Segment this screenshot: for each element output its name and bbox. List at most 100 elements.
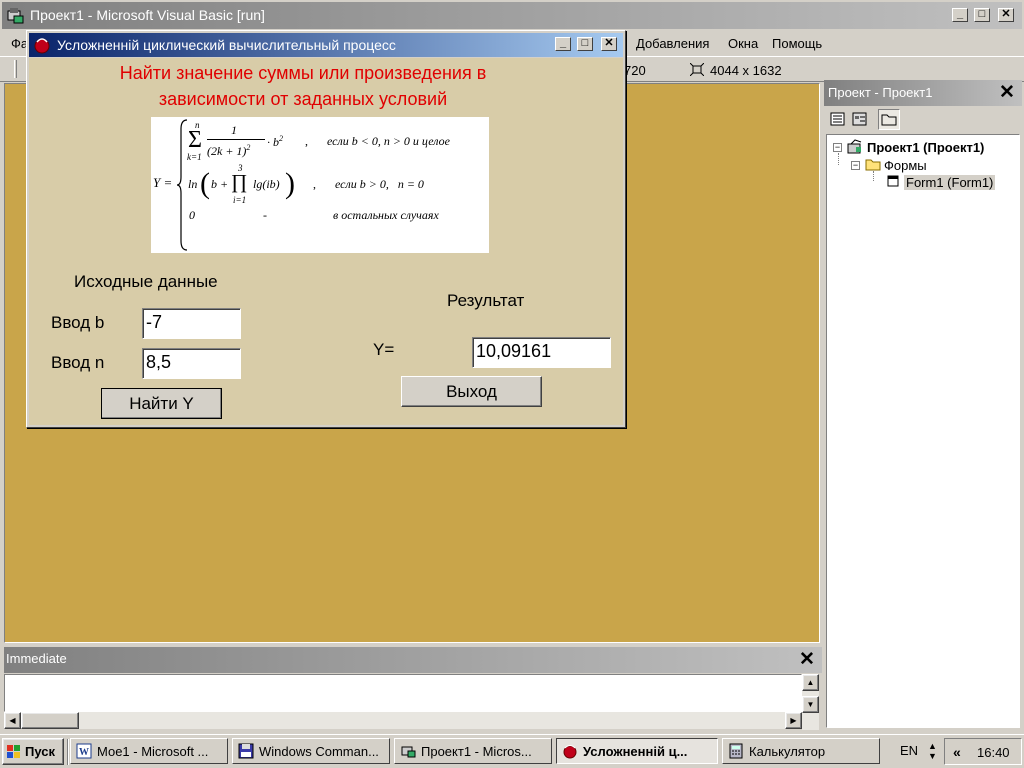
project-panel-title: Проект - Проект1 — [828, 85, 933, 100]
task-vb[interactable]: Проект1 - Micros... — [394, 738, 552, 764]
tree-item-form1[interactable]: Form1 (Form1) — [904, 175, 996, 190]
form-app-icon — [33, 36, 51, 54]
vb-app-icon — [6, 7, 24, 24]
comma2: , — [313, 177, 316, 191]
prod-lower: i=1 — [233, 195, 247, 205]
project-panel-titlebar[interactable]: Проект - Проект1 ✕ — [824, 80, 1022, 106]
tree-expander-icon[interactable]: − — [833, 143, 842, 152]
position-readout: 720 — [624, 63, 646, 78]
task-word[interactable]: W Мое1 - Microsoft ... — [70, 738, 228, 764]
form-minimize-icon[interactable]: _ — [555, 37, 571, 51]
tree-root-label[interactable]: Проект1 (Проект1) — [867, 140, 984, 155]
ide-titlebar[interactable]: Проект1 - Microsoft Visual Basic [run] _… — [2, 2, 1022, 29]
close-icon[interactable]: ✕ — [998, 8, 1014, 22]
form-task-icon — [562, 743, 578, 759]
project-panel-close-icon[interactable]: ✕ — [996, 83, 1018, 103]
form-titlebar[interactable]: Усложненній циклический вычислительный п… — [29, 33, 623, 57]
paren-open: ( — [200, 167, 210, 200]
tree-expander-icon[interactable]: − — [851, 161, 860, 170]
menu-addins[interactable]: Добавления — [636, 36, 709, 51]
clock: 16:40 — [977, 745, 1010, 760]
toggle-folders-icon[interactable] — [878, 109, 900, 130]
system-tray: « 16:40 — [944, 738, 1022, 765]
start-label: Пуск — [25, 744, 55, 759]
find-y-button[interactable]: Найти Y — [101, 388, 222, 419]
menu-window[interactable]: Окна — [728, 36, 758, 51]
calculator-icon — [728, 743, 744, 759]
taskbar-separator — [67, 739, 69, 765]
task-word-label: Мое1 - Microsoft ... — [97, 744, 209, 759]
project-tree: − Проект1 (Проект1) − Формы Form1 (Form1… — [826, 134, 1020, 728]
tray-chevron-icon[interactable]: « — [953, 744, 961, 760]
sum-lower: k=1 — [187, 152, 202, 162]
formula-image: Y = Σ n k=1 1 (2k + 1)2 · b2 , если b < … — [151, 117, 489, 253]
size-readout: 4044 x 1632 — [710, 63, 782, 78]
exit-button[interactable]: Выход — [401, 376, 542, 407]
start-button[interactable]: Пуск — [2, 738, 64, 765]
input-b[interactable]: -7 — [142, 308, 241, 339]
immediate-hscrollbar[interactable]: ◀ ▶ — [4, 712, 802, 729]
paren-close: ) — [285, 167, 295, 200]
immediate-titlebar[interactable]: Immediate ✕ — [4, 647, 822, 673]
label-b: Ввод b — [51, 313, 105, 332]
immediate-close-icon[interactable]: ✕ — [796, 650, 818, 670]
view-code-icon[interactable] — [830, 112, 846, 127]
project-panel: Проект - Проект1 ✕ − Проект1 (Проект1) − — [824, 80, 1022, 730]
result-header: Результат — [447, 291, 525, 310]
hscroll-thumb[interactable] — [21, 712, 79, 729]
task-calc-label: Калькулятор — [749, 744, 826, 759]
immediate-vscrollbar[interactable]: ▲ ▼ — [802, 674, 819, 730]
prod-symbol: ∏ — [231, 171, 248, 193]
floppy-icon — [238, 743, 254, 759]
form-heading-line2: зависимости от заданных условий — [158, 89, 448, 109]
lang-menu-icon[interactable]: ▲ ▼ — [928, 741, 937, 761]
scroll-left-icon[interactable]: ◀ — [4, 712, 21, 729]
mult-b2: · b2 — [267, 134, 283, 149]
ide-title: Проект1 - Microsoft Visual Basic [run] — [30, 7, 265, 23]
tree-folder-label[interactable]: Формы — [884, 158, 927, 173]
b-plus: b + — [211, 177, 229, 191]
sum-symbol: Σ — [188, 127, 202, 153]
immediate-text-area[interactable] — [4, 674, 802, 712]
toolbar-grip-icon — [14, 60, 17, 78]
taskbar: Пуск W Мое1 - Microsoft ... Windows Comm… — [0, 734, 1024, 768]
size-icon — [689, 62, 705, 77]
task-form[interactable]: Усложненній ц... — [556, 738, 718, 764]
scroll-down-icon[interactable]: ▼ — [802, 696, 819, 713]
scroll-right-icon[interactable]: ▶ — [785, 712, 802, 729]
ln-expr: ln — [188, 177, 198, 191]
menu-help[interactable]: Помощь — [772, 36, 822, 51]
case3-condition: в остальных случаях — [333, 208, 439, 222]
form-heading-line1: Найти значение суммы или произведения в — [119, 63, 487, 83]
minimize-icon[interactable]: _ — [952, 8, 968, 22]
case1-condition: если b < 0, n > 0 и целое — [327, 134, 450, 148]
task-cmd-label: Windows Comman... — [259, 744, 379, 759]
task-calc[interactable]: Калькулятор — [722, 738, 880, 764]
y-label: Y= — [373, 340, 395, 359]
tree-line — [838, 153, 839, 165]
maximize-icon[interactable]: □ — [974, 8, 990, 22]
form-title: Усложненній циклический вычислительный п… — [57, 37, 396, 53]
scroll-up-icon[interactable]: ▲ — [802, 674, 819, 691]
comma1: , — [305, 134, 308, 148]
view-object-icon[interactable] — [852, 112, 868, 127]
project-panel-toolbar — [824, 108, 1022, 132]
prod-upper: 3 — [238, 163, 243, 173]
case3-value: 0 — [189, 208, 195, 222]
form-close-icon[interactable]: ✕ — [601, 37, 617, 51]
lang-indicator[interactable]: EN — [896, 743, 922, 761]
case2-condition: если b > 0, n = 0 — [335, 177, 424, 191]
form-maximize-icon[interactable]: □ — [577, 37, 593, 51]
immediate-window: Immediate ✕ ▲ ▼ ◀ ▶ — [4, 647, 822, 731]
result-y-field[interactable]: 10,09161 — [472, 337, 611, 368]
folder-icon — [865, 157, 881, 172]
windows-logo-icon — [6, 744, 22, 760]
input-n[interactable]: 8,5 — [142, 348, 241, 379]
word-icon: W — [76, 743, 92, 759]
task-cmd[interactable]: Windows Comman... — [232, 738, 390, 764]
form-client-area: Найти значение суммы или произведения в … — [29, 58, 623, 425]
task-vb-label: Проект1 - Micros... — [421, 744, 532, 759]
sum-upper: n — [195, 120, 200, 130]
formula-lhs: Y = — [153, 175, 173, 190]
project-icon — [847, 139, 863, 155]
